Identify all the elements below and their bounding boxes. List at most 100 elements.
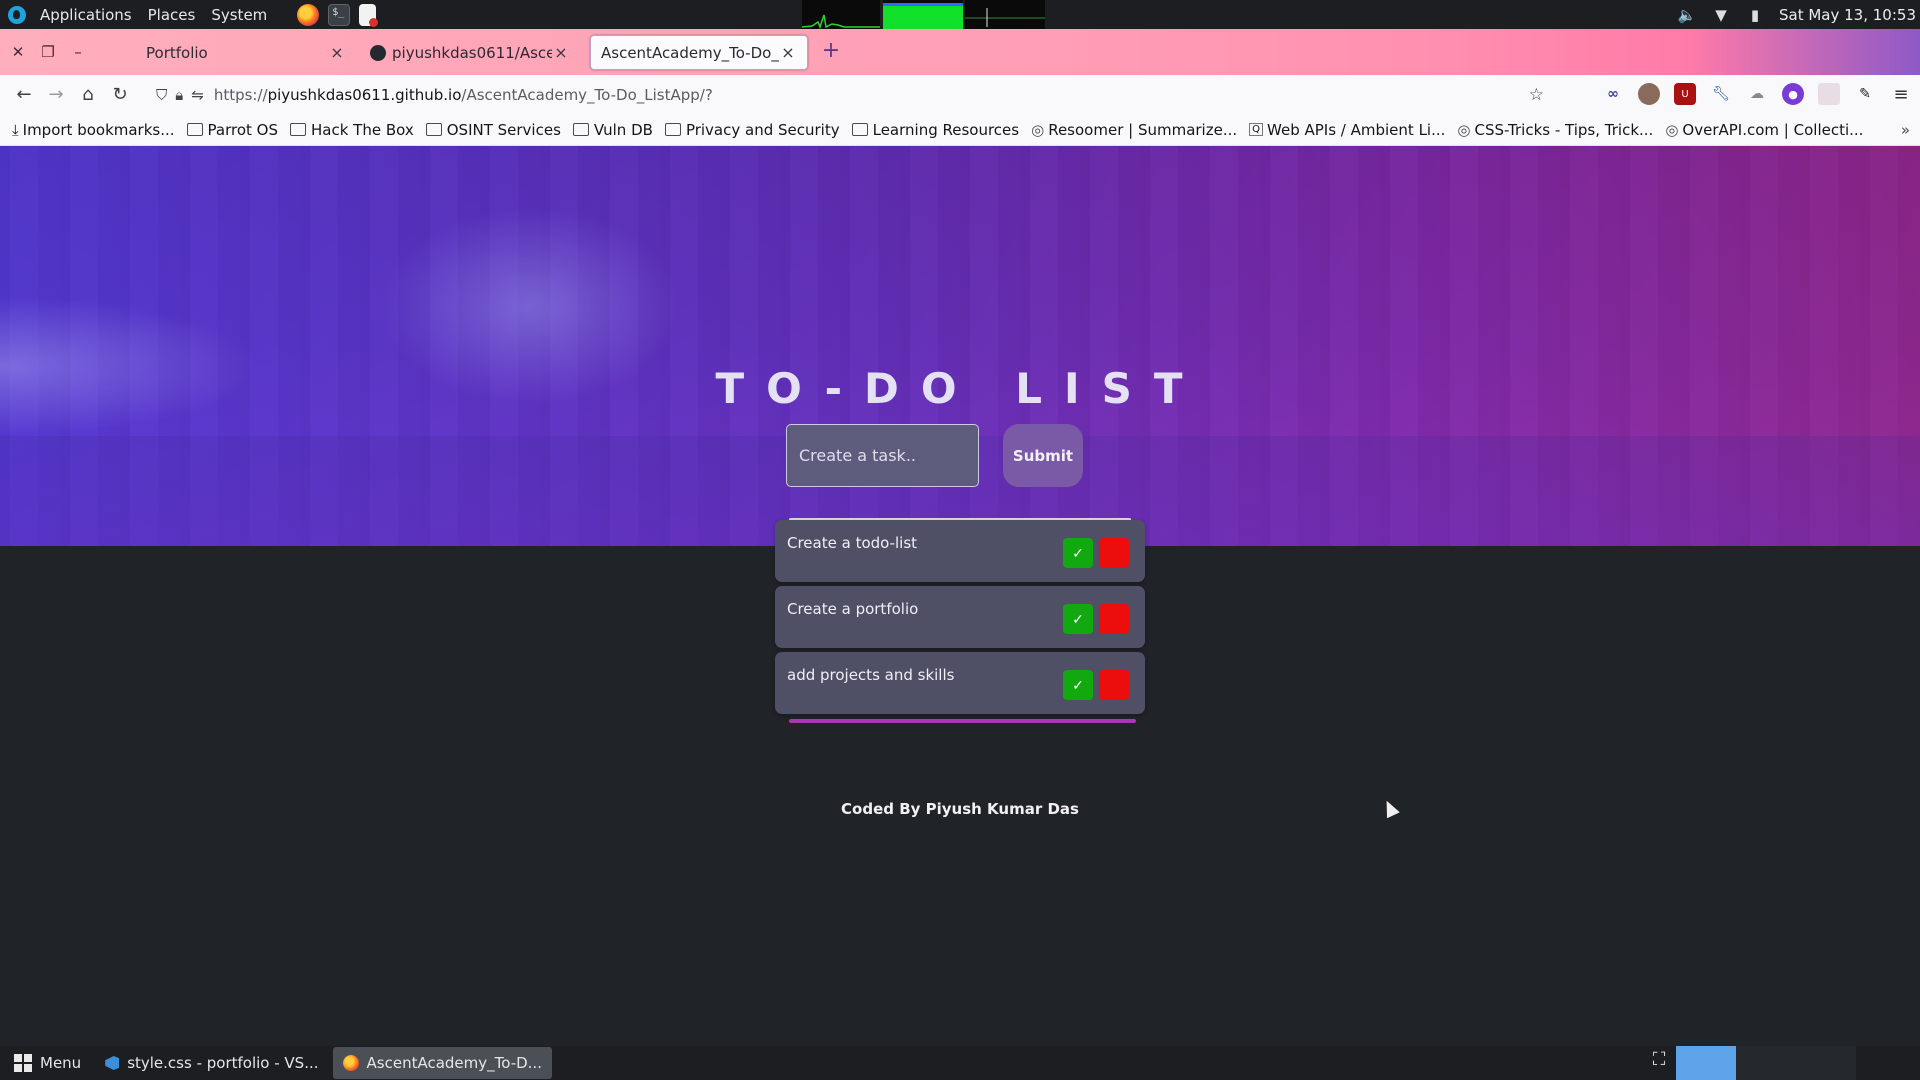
delete-task-button[interactable] (1099, 604, 1129, 634)
task-list: Create a todo-list ✓ Create a portfolio … (775, 520, 1145, 718)
delete-task-button[interactable] (1099, 538, 1129, 568)
url-scheme: https:// (213, 85, 268, 104)
complete-task-button[interactable]: ✓ (1063, 604, 1093, 634)
tab-title: piyushkdas0611/AscentA (392, 43, 552, 62)
avatar-extension-icon[interactable] (1638, 83, 1660, 105)
parrot-logo-icon[interactable] (8, 5, 26, 24)
vscode-icon (105, 1056, 120, 1070)
permissions-icon[interactable]: ⇋ (191, 86, 204, 104)
firefox-launcher-icon[interactable] (297, 3, 320, 26)
ublock-origin-icon[interactable]: U (1674, 83, 1696, 105)
page-title: TO-DO LIST (715, 364, 1205, 413)
reload-icon[interactable]: ↻ (104, 79, 136, 111)
infinity-extension-icon[interactable]: ∞ (1602, 83, 1624, 105)
bookmark-web-apis[interactable]: Q Web APIs / Ambient Li... (1243, 116, 1451, 144)
wrench-extension-icon[interactable]: 🔧︎ (1710, 83, 1732, 105)
window-close-icon[interactable]: ✕ (6, 40, 30, 64)
workspace-3[interactable] (1796, 1046, 1856, 1080)
hamburger-menu-icon[interactable]: ≡ (1890, 83, 1912, 105)
purple-extension-icon[interactable]: ● (1782, 83, 1804, 105)
battery-icon[interactable]: ▮ (1745, 6, 1765, 24)
complete-task-button[interactable]: ✓ (1063, 538, 1093, 568)
menu-grid-icon (14, 1054, 32, 1072)
applications-menu[interactable]: Applications (32, 0, 140, 29)
footer-credit: Coded By Piyush Kumar Das (841, 800, 1079, 818)
bookmark-folder-osint[interactable]: OSINT Services (420, 116, 567, 144)
system-label: System (211, 5, 268, 24)
task-text: add projects and skills (787, 666, 955, 684)
volume-icon[interactable]: 🔈 (1677, 6, 1697, 24)
tab-title: AscentAcademy_To-Do_List (601, 43, 779, 62)
system-menu[interactable]: System (203, 0, 275, 29)
submit-button[interactable]: Submit (1003, 424, 1083, 487)
tab-close-icon[interactable]: × (779, 43, 797, 62)
tracking-shield-icon[interactable]: ⛉ (156, 86, 167, 104)
clock[interactable]: Sat May 13, 10:53 (1779, 6, 1916, 24)
task-item: Create a todo-list ✓ (775, 520, 1145, 582)
url-path: /AscentAcademy_To-Do_ListApp/? (461, 85, 713, 104)
new-tab-button[interactable]: + (820, 40, 842, 63)
complete-task-button[interactable]: ✓ (1063, 670, 1093, 700)
list-bottom-border (789, 719, 1136, 723)
home-icon[interactable]: ⌂ (72, 79, 104, 111)
navigation-bar: ← → ⌂ ↻ ⛉ 🔒︎ ⇋ https://piyushkdas0611.gi… (0, 75, 1920, 114)
bookmark-folder-hack-the-box[interactable]: Hack The Box (284, 116, 420, 144)
taskbar-item-vscode[interactable]: style.css - portfolio - VS... (95, 1047, 328, 1079)
window-minimize-icon[interactable]: – (66, 40, 90, 64)
top-panel: Applications Places System $_ 🔈 ▼ ▮ Sat … (0, 0, 1920, 29)
bookmark-label: OverAPI.com | Collecti... (1682, 120, 1864, 139)
bookmark-folder-privacy[interactable]: Privacy and Security (659, 116, 846, 144)
lock-icon[interactable]: 🔒︎ (175, 86, 183, 104)
workspace-2[interactable] (1736, 1046, 1796, 1080)
delete-task-button[interactable] (1099, 670, 1129, 700)
tab-close-icon[interactable]: × (328, 43, 346, 62)
network-monitor-graph (965, 0, 1045, 29)
bookmark-label: OSINT Services (446, 120, 561, 139)
forward-icon[interactable]: → (40, 79, 72, 111)
bookmark-label: Parrot OS (207, 120, 278, 139)
bookmark-folder-vuln-db[interactable]: Vuln DB (567, 116, 659, 144)
tab-todo-active[interactable]: AscentAcademy_To-Do_List × (590, 35, 808, 70)
bookmark-css-tricks[interactable]: CSS-Tricks - Tips, Trick... (1451, 116, 1659, 144)
wifi-icon[interactable]: ▼ (1711, 6, 1731, 24)
taskbar-item-label: AscentAcademy_To-D... (366, 1054, 542, 1072)
firefox-icon (342, 1055, 359, 1071)
task-input[interactable] (786, 424, 979, 487)
bookmark-import[interactable]: ⤓ Import bookmarks... (6, 116, 181, 144)
taskbar-item-firefox[interactable]: AscentAcademy_To-D... (332, 1047, 552, 1079)
cpu-monitor-graph (802, 0, 880, 29)
bookmark-label: Privacy and Security (685, 120, 840, 139)
places-label: Places (147, 5, 196, 24)
bookmarks-toolbar: ⤓ Import bookmarks... Parrot OS Hack The … (0, 114, 1920, 146)
system-tray: 🔈 ▼ ▮ Sat May 13, 10:53 (1677, 0, 1920, 29)
bookmark-overapi[interactable]: OverAPI.com | Collecti... (1659, 116, 1869, 144)
taskbar-item-label: style.css - portfolio - VS... (127, 1054, 319, 1072)
web-page: TO-DO LIST Submit Create a todo-list ✓ C… (0, 146, 1920, 1046)
tab-portfolio[interactable]: Portfolio × (130, 35, 356, 70)
bookmark-resoomer[interactable]: Resoomer | Summarize... (1025, 116, 1243, 144)
screenshot-tool-icon[interactable]: ⛶ (1644, 1049, 1674, 1077)
start-menu-button[interactable]: Menu (0, 1046, 91, 1080)
places-menu[interactable]: Places (140, 0, 204, 29)
bookmark-star-icon[interactable]: ☆ (1529, 85, 1544, 105)
tab-close-icon[interactable]: × (552, 43, 570, 62)
bookmark-label: Hack The Box (311, 120, 414, 139)
back-icon[interactable]: ← (8, 79, 40, 111)
window-restore-icon[interactable]: ❐ (36, 40, 60, 64)
tab-github[interactable]: piyushkdas0611/AscentA × (360, 35, 580, 70)
text-editor-launcher-icon[interactable] (359, 3, 379, 27)
cloud-extension-icon[interactable]: ☁ (1746, 83, 1768, 105)
memory-monitor-graph (883, 0, 963, 29)
terminal-launcher-icon[interactable]: $_ (328, 3, 351, 26)
bookmark-label: Learning Resources (872, 120, 1020, 139)
grid-extension-icon[interactable] (1818, 83, 1840, 105)
bookmark-folder-parrot-os[interactable]: Parrot OS (181, 116, 284, 144)
workspace-1[interactable] (1676, 1046, 1736, 1080)
pen-extension-icon[interactable]: ✎ (1854, 83, 1876, 105)
bookmark-label: Web APIs / Ambient Li... (1267, 120, 1446, 139)
url-bar[interactable]: ⛉ 🔒︎ ⇋ https://piyushkdas0611.github.io /… (156, 78, 1552, 111)
bookmark-folder-learning[interactable]: Learning Resources (846, 116, 1026, 144)
url-host: piyushkdas0611.github.io (267, 85, 462, 104)
bookmarks-overflow-icon[interactable]: » (1901, 121, 1910, 139)
tab-bar: ✕ ❐ – Portfolio × piyushkdas0611/AscentA… (0, 29, 1920, 75)
